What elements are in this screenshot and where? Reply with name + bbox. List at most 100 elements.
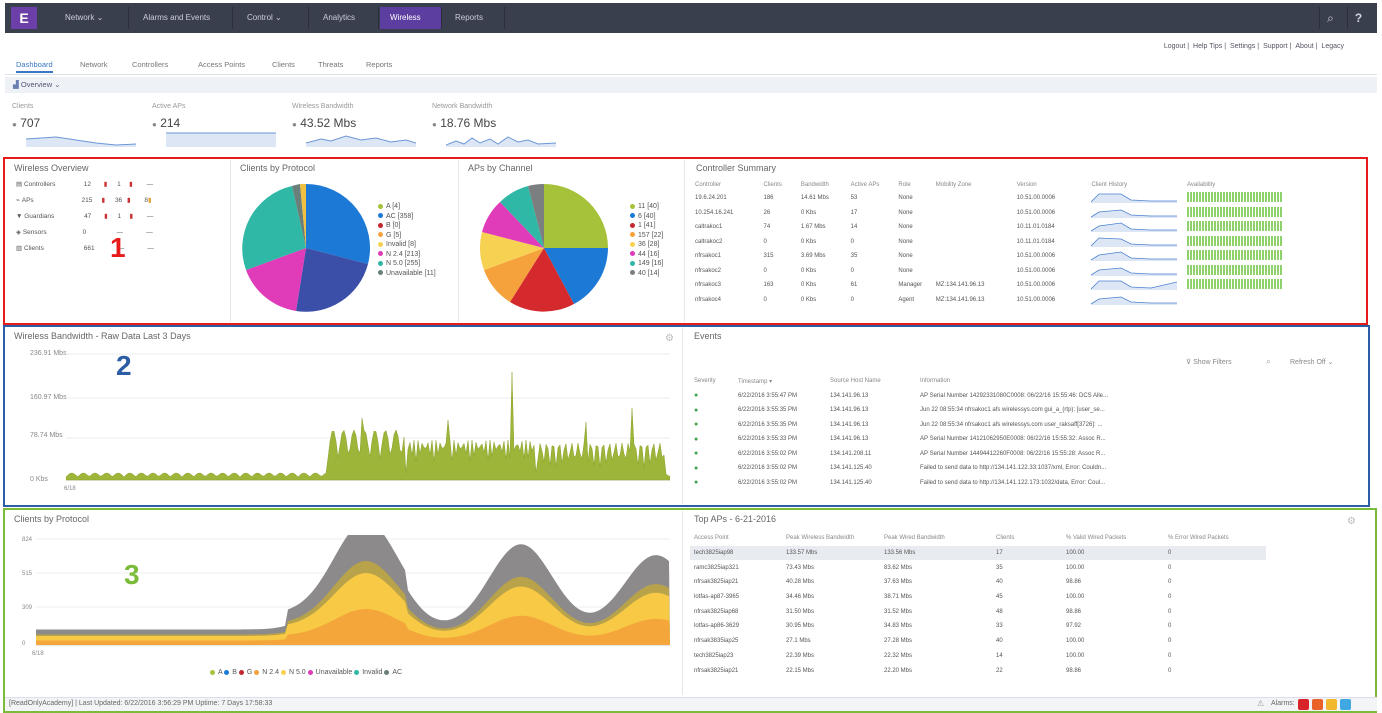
legend-item[interactable]: 149 [16] [630, 259, 663, 269]
table-row[interactable]: tech3825iap23 22.39 Mbs 22.32 Mbs 14 100.00 0 [690, 649, 1266, 664]
legend-item[interactable]: Unavailable [11] [378, 269, 436, 279]
column-header[interactable]: Bandwidth [798, 179, 848, 191]
legend-item[interactable]: AC [358] [378, 212, 436, 222]
legend-item[interactable]: Invalid [8] [378, 240, 436, 250]
legend-item[interactable]: B [224, 669, 237, 676]
legend-item[interactable]: 1 [41] [630, 221, 663, 231]
legend-item[interactable]: Unavailable [307, 669, 352, 676]
legacy-link[interactable]: Legacy [1321, 43, 1344, 50]
table-row[interactable]: nfrsakoc3 163 0 Kbs 61 Manager MZ:134.141.96.… [692, 278, 1292, 293]
legend-item[interactable]: N 2.4 [213] [378, 250, 436, 260]
column-header[interactable]: Client History [1088, 179, 1184, 191]
legend-item[interactable]: G [5] [378, 231, 436, 241]
legend-item[interactable]: 157 [22] [630, 231, 663, 241]
about-link[interactable]: About [1295, 43, 1313, 50]
table-row[interactable]: ● 6/22/2016 3:55:47 PM 134.141.96.13 AP Ser… [688, 389, 1174, 404]
column-header[interactable]: Availability [1184, 179, 1292, 191]
table-row[interactable]: ● 6/22/2016 3:55:35 PM 134.141.96.13 Jun 22… [688, 418, 1174, 433]
table-row[interactable]: ● 6/22/2016 3:55:02 PM 134.141.125.40 Faile… [688, 476, 1174, 491]
critical-alarm-badge[interactable] [1298, 699, 1309, 710]
legend-item[interactable]: 36 [28] [630, 240, 663, 250]
nav-alarms-and-events[interactable]: Alarms and Events [133, 7, 233, 29]
legend-item[interactable]: B [0] [378, 221, 436, 231]
table-row[interactable]: nfrsak3835iap25 27.1 Mbs 27.28 Mbs 40 100.00… [690, 634, 1266, 649]
nav-wireless[interactable]: Wireless [380, 7, 442, 29]
table-row[interactable]: ● 6/22/2016 3:55:02 PM 134.141.125.40 Faile… [688, 461, 1174, 476]
legend-item[interactable]: 44 [16] [630, 250, 663, 260]
legend-item[interactable]: AC [384, 669, 402, 676]
nav-analytics[interactable]: Analytics [313, 7, 379, 29]
overview-row-sensors[interactable]: ◈ Sensors 0 — — [16, 228, 153, 236]
minor-alarm-badge[interactable] [1326, 699, 1337, 710]
help-icon[interactable]: ? [1347, 7, 1369, 29]
tab-network[interactable]: Network [80, 60, 108, 69]
column-header[interactable]: % Valid Wired Packets [1062, 531, 1164, 546]
tab-access-points[interactable]: Access Points [198, 60, 245, 69]
settings-link[interactable]: Settings [1230, 43, 1255, 50]
legend-item[interactable]: A [4] [378, 202, 436, 212]
overview-dropdown[interactable]: ▟ Overview ⌄ [9, 79, 65, 91]
legend-item[interactable]: Invalid [354, 669, 382, 676]
table-row[interactable]: 10.254.16.241 26 0 Kbs 17 None 10.51.00.0006 [692, 206, 1292, 221]
overview-row-clients[interactable]: ▥ Clients 661 — — [16, 244, 154, 252]
clients-protocol-pie[interactable] [240, 182, 372, 314]
column-header[interactable]: Peak Wired Bandwidth [880, 531, 992, 546]
aps-channel-pie[interactable] [478, 182, 610, 314]
column-header[interactable]: Clients [992, 531, 1062, 546]
column-header[interactable]: % Error Wired Packets [1164, 531, 1266, 546]
column-header[interactable]: Mobility Zone [933, 179, 1014, 191]
tab-controllers[interactable]: Controllers [132, 60, 168, 69]
overview-row-guardians[interactable]: ▼ Guardians 47 ▮ 1 ▮ — [16, 212, 153, 220]
column-header[interactable]: Information [914, 374, 1174, 389]
gear-icon[interactable]: ⚙ [665, 333, 674, 344]
search-icon[interactable]: ⌕ [1319, 7, 1341, 29]
table-row[interactable]: ● 6/22/2016 3:55:02 PM 134.141.208.11 AP Se… [688, 447, 1174, 462]
tab-threats[interactable]: Threats [318, 60, 343, 69]
column-header[interactable]: Version [1014, 179, 1089, 191]
column-header[interactable]: Active APs [848, 179, 896, 191]
table-row[interactable]: nfrsakoc4 0 0 Kbs 0 Agent MZ:134.141.96.13 10.… [692, 293, 1292, 308]
table-row[interactable]: 19.6.24.201 186 14.61 Mbs 53 None 10.51.00.00… [692, 191, 1292, 206]
legend-item[interactable]: 11 [40] [630, 202, 663, 212]
table-row[interactable]: caltrakoc1 74 1.67 Mbs 14 None 10.11.01.0184 [692, 220, 1292, 235]
legend-item[interactable]: N 2.4 [254, 669, 279, 676]
column-header[interactable]: Controller [692, 179, 761, 191]
legend-item[interactable]: 40 [14] [630, 269, 663, 279]
table-row[interactable]: nfrsak3825iap68 31.50 Mbs 31.52 Mbs 48 98.86… [690, 604, 1266, 619]
column-header[interactable]: Source Host Name [824, 374, 914, 389]
nav-control[interactable]: Control ⌄ [237, 7, 309, 29]
refresh-dropdown[interactable]: Refresh Off ⌄ [1290, 358, 1334, 366]
column-header[interactable]: Clients [761, 179, 798, 191]
tab-clients[interactable]: Clients [272, 60, 295, 69]
table-row[interactable]: ● 6/22/2016 3:55:33 PM 134.141.96.13 AP Ser… [688, 432, 1174, 447]
help-tips-link[interactable]: Help Tips [1193, 43, 1222, 50]
table-row[interactable]: ● 6/22/2016 3:55:35 PM 134.141.96.13 Jun 22… [688, 403, 1174, 418]
gear-icon[interactable]: ⚙ [1347, 516, 1356, 527]
column-header[interactable]: Role [895, 179, 932, 191]
table-row[interactable]: nfrsak3825iap21 40.28 Mbs 37.63 Mbs 40 98.86… [690, 575, 1266, 590]
legend-item[interactable]: A [210, 669, 222, 676]
table-row[interactable]: caltrakoc2 0 0 Kbs 0 None 10.11.01.0184 [692, 235, 1292, 250]
table-row[interactable]: ramc3825iap321 73.43 Mbs 83.62 Mbs 35 100.00… [690, 560, 1266, 575]
table-row[interactable]: nfrsakoc2 0 0 Kbs 0 None 10.51.00.0006 [692, 264, 1292, 279]
nav-network[interactable]: Network ⌄ [55, 7, 129, 29]
overview-row-controllers[interactable]: ▤ Controllers 12 ▮ 1 ▮ — [16, 180, 153, 188]
column-header[interactable]: Access Point [690, 531, 782, 546]
column-header[interactable]: Severity [688, 374, 732, 389]
legend-item[interactable]: N 5.0 [255] [378, 259, 436, 269]
column-header[interactable]: Peak Wireless Bandwidth [782, 531, 880, 546]
nav-reports[interactable]: Reports [445, 7, 505, 29]
table-row[interactable]: lotfas-ap87-3965 34.46 Mbs 38.71 Mbs 45 100.… [690, 590, 1266, 605]
tab-reports[interactable]: Reports [366, 60, 392, 69]
show-filters-button[interactable]: ⊽ Show Filters [1186, 358, 1232, 366]
tab-dashboard[interactable]: Dashboard [16, 60, 53, 73]
app-logo[interactable]: E [11, 7, 37, 29]
table-row[interactable]: nfrsakoc1 315 3.69 Mbs 35 None 10.51.00.0006 [692, 249, 1292, 264]
legend-item[interactable]: N 5.0 [280, 669, 306, 676]
legend-item[interactable]: G [238, 669, 252, 676]
bandwidth-area-chart[interactable] [66, 352, 670, 484]
logout-link[interactable]: Logout [1164, 43, 1185, 50]
info-alarm-badge[interactable] [1340, 699, 1351, 710]
table-row[interactable]: nfrsak3825iap21 22.15 Mbs 22.20 Mbs 22 98.86… [690, 663, 1266, 678]
search-icon[interactable]: ⌕ [1266, 356, 1271, 367]
